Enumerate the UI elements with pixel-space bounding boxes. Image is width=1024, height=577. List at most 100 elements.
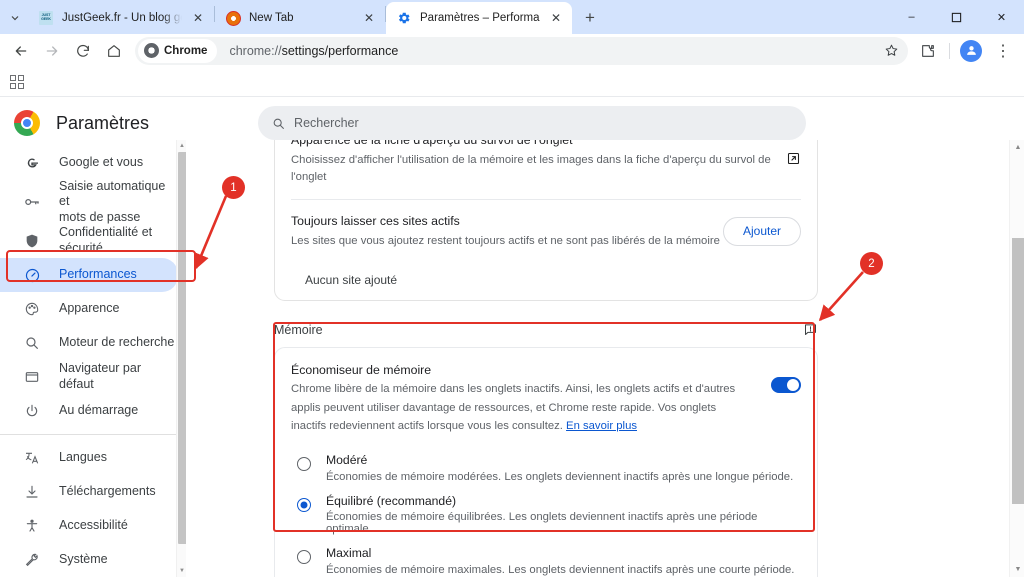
- sidebar-item-navigateur-par-defaut[interactable]: Navigateur par défaut: [0, 360, 178, 394]
- minimize-button[interactable]: –: [889, 0, 934, 34]
- radio-equilibre[interactable]: [297, 497, 311, 512]
- translate-icon: [23, 450, 41, 466]
- maximize-icon: [951, 12, 962, 22]
- sidebar-item-langues[interactable]: Langues: [0, 441, 178, 475]
- bookmark-star-button[interactable]: [876, 36, 906, 66]
- chip-label: Chrome: [164, 44, 208, 57]
- sidebar-label: Performances: [59, 267, 137, 282]
- sidebar-item-confidentialite[interactable]: Confidentialité et sécurité: [0, 224, 178, 258]
- new-tab-button[interactable]: +: [576, 4, 604, 32]
- power-icon: [23, 403, 41, 419]
- tab-parametres-performances[interactable]: Paramètres – Performances ✕: [386, 2, 572, 34]
- radio-modere[interactable]: [297, 457, 311, 472]
- forward-button[interactable]: [37, 36, 67, 66]
- sidebar-item-telechargements[interactable]: Téléchargements: [0, 475, 178, 509]
- palette-icon: [23, 301, 41, 317]
- settings-body: Google et vous Saisie automatique et mots…: [0, 140, 1024, 577]
- address-bar[interactable]: Chrome chrome://settings/performance: [135, 36, 908, 66]
- tab-close-button[interactable]: ✕: [548, 10, 564, 26]
- scroll-down-arrow[interactable]: ▼: [1014, 566, 1022, 573]
- external-link-icon[interactable]: [786, 151, 801, 166]
- memory-saver-toggle[interactable]: [771, 377, 801, 394]
- main-scroll-thumb[interactable]: [1012, 238, 1024, 504]
- extensions-button[interactable]: [913, 36, 943, 66]
- tab-label: JustGeek.fr - Un blog geek et h: [62, 12, 182, 24]
- row-subtitle: Les sites que vous ajoutez restent toujo…: [291, 234, 720, 247]
- sidebar-item-au-demarrage[interactable]: Au démarrage: [0, 394, 178, 428]
- home-button[interactable]: [99, 36, 129, 66]
- radio-maximal[interactable]: [297, 550, 311, 565]
- sidebar-label: Système: [59, 552, 108, 567]
- option-equilibre[interactable]: Équilibré (recommandé) Économies de mémo…: [291, 488, 801, 540]
- close-button[interactable]: ✕: [979, 0, 1024, 34]
- wrench-icon: [23, 552, 41, 568]
- url-text: chrome://settings/performance: [229, 44, 398, 58]
- sidebar-label: Confidentialité et sécurité: [59, 225, 153, 255]
- add-site-button[interactable]: Ajouter: [722, 216, 801, 246]
- learn-more-link[interactable]: En savoir plus: [566, 420, 637, 432]
- sidebar-item-saisie-automatique[interactable]: Saisie automatique et mots de passe: [0, 179, 178, 224]
- sidebar-scroll-thumb[interactable]: [178, 152, 186, 544]
- sidebar-label: Téléchargements: [59, 484, 156, 499]
- tab-justgeek[interactable]: JUSTGEEK JustGeek.fr - Un blog geek et h…: [28, 2, 214, 34]
- sidebar-label: Moteur de recherche: [59, 335, 175, 350]
- description-text: Chrome libère de la mémoire dans les ong…: [291, 383, 736, 433]
- tab-new-tab[interactable]: New Tab ✕: [215, 2, 385, 34]
- page-title: Paramètres: [56, 112, 150, 133]
- option-description: Économies de mémoire équilibrées. Les on…: [326, 511, 758, 536]
- chrome-menu-button[interactable]: ⋮: [988, 36, 1018, 66]
- tab-close-button[interactable]: ✕: [190, 10, 206, 26]
- bookmarks-bar: [0, 67, 1024, 97]
- sidebar-item-apparence[interactable]: Apparence: [0, 292, 178, 326]
- apps-grid-icon[interactable]: [10, 74, 24, 89]
- home-icon: [108, 44, 120, 57]
- reload-icon: [77, 44, 89, 57]
- maximize-button[interactable]: [934, 0, 979, 34]
- sidebar-label: Au démarrage: [59, 403, 139, 418]
- sidebar-label: Apparence: [59, 301, 120, 316]
- google-g-icon: [23, 155, 41, 171]
- option-label: Équilibré (recommandé): [326, 493, 457, 508]
- arrow-right-icon: [46, 45, 58, 56]
- tab-search-button[interactable]: [2, 4, 28, 32]
- option-label: Modéré: [326, 453, 368, 468]
- puzzle-icon: [922, 44, 934, 57]
- tab-strip: JUSTGEEK JustGeek.fr - Un blog geek et h…: [0, 0, 1024, 34]
- memory-section-heading-row: Mémoire: [274, 322, 818, 347]
- sidebar-item-moteur-de-recherche[interactable]: Moteur de recherche: [0, 326, 178, 360]
- row-toujours-laisser-actifs: Toujours laisser ces sites actifs Les si…: [275, 200, 817, 263]
- key-icon: [23, 193, 41, 211]
- row-apparence-fiche-apercu[interactable]: Apparence de la fiche d'aperçu du survol…: [275, 140, 817, 199]
- no-sites-added-note: Aucun site ajouté: [305, 273, 398, 288]
- memory-saver-options: Modéré Économies de mémoire modérées. Le…: [275, 441, 817, 577]
- main-scrollbar[interactable]: ▲ ▼: [1009, 140, 1024, 577]
- row-title: Apparence de la fiche d'aperçu du survol…: [291, 140, 573, 147]
- memory-saver-card: Économiseur de mémoire Chrome libère de …: [274, 347, 818, 577]
- annotation-badge-1: 1: [222, 176, 245, 199]
- tab-preview-card: Apparence de la fiche d'aperçu du survol…: [274, 140, 818, 302]
- scroll-up-arrow[interactable]: ▲: [1014, 144, 1022, 151]
- tab-close-button[interactable]: ✕: [361, 10, 377, 26]
- scroll-up-arrow[interactable]: ▲: [179, 143, 185, 149]
- browser-window-icon: [23, 369, 41, 385]
- sidebar-item-systeme[interactable]: Système: [0, 543, 178, 577]
- sidebar-scrollbar[interactable]: ▲ ▼: [176, 140, 186, 577]
- section-heading: Mémoire: [274, 322, 323, 337]
- option-modere[interactable]: Modéré Économies de mémoire modérées. Le…: [291, 447, 801, 487]
- chrome-logo-icon: [144, 43, 159, 58]
- sidebar-item-performances[interactable]: Performances: [0, 258, 178, 292]
- sidebar-item-google-et-vous[interactable]: Google et vous: [0, 146, 178, 180]
- memory-saver-description: Chrome libère de la mémoire dans les ong…: [291, 380, 746, 435]
- chrome-origin-chip[interactable]: Chrome: [138, 38, 218, 63]
- settings-search-box[interactable]: Rechercher: [258, 106, 807, 140]
- scroll-down-arrow[interactable]: ▼: [179, 568, 185, 574]
- back-button[interactable]: [6, 36, 36, 66]
- reload-button[interactable]: [68, 36, 98, 66]
- option-maximal[interactable]: Maximal Économies de mémoire maximales. …: [291, 540, 801, 577]
- chrome-logo-icon: [14, 110, 40, 136]
- profile-button[interactable]: [956, 36, 986, 66]
- search-placeholder: Rechercher: [294, 116, 359, 130]
- sidebar-divider: [0, 434, 186, 435]
- feedback-icon[interactable]: [803, 322, 818, 337]
- sidebar-item-accessibilite[interactable]: Accessibilité: [0, 509, 178, 543]
